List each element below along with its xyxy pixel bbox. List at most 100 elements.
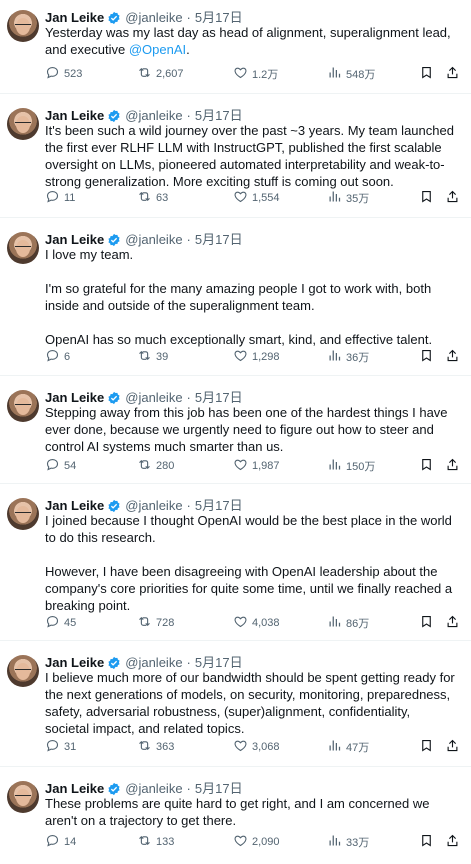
like-button[interactable]: 1,987 bbox=[233, 458, 280, 474]
tweet-paragraph: Yesterday was my last day as head of ali… bbox=[45, 24, 455, 58]
retweet-button[interactable]: 39 bbox=[137, 349, 168, 365]
verified-badge-icon bbox=[107, 499, 121, 513]
tweet-divider bbox=[0, 483, 471, 484]
views-button[interactable]: 150万 bbox=[327, 458, 375, 474]
heart-icon bbox=[233, 348, 252, 366]
bookmark-icon bbox=[419, 738, 434, 756]
view-count: 150万 bbox=[346, 461, 376, 473]
retweet-button[interactable]: 363 bbox=[137, 739, 174, 755]
share-button[interactable] bbox=[445, 190, 460, 206]
retweet-count: 280 bbox=[156, 460, 175, 472]
retweet-icon bbox=[137, 738, 156, 756]
view-count: 33万 bbox=[346, 837, 370, 849]
view-count: 36万 bbox=[346, 352, 370, 364]
like-button[interactable]: 3,068 bbox=[233, 739, 280, 755]
share-button[interactable] bbox=[445, 66, 460, 82]
share-icon bbox=[445, 738, 460, 756]
reply-button[interactable]: 523 bbox=[45, 66, 82, 82]
tweet-paragraph: Stepping away from this job has been one… bbox=[45, 404, 455, 455]
avatar[interactable] bbox=[7, 232, 39, 264]
view-count: 86万 bbox=[346, 618, 370, 630]
retweet-count: 39 bbox=[156, 351, 169, 363]
retweet-count: 363 bbox=[156, 741, 175, 753]
view-count: 35万 bbox=[346, 193, 370, 205]
bookmark-icon bbox=[419, 614, 434, 632]
verified-badge-icon bbox=[107, 233, 121, 247]
reply-button[interactable]: 45 bbox=[45, 615, 76, 631]
views-button[interactable]: 36万 bbox=[327, 349, 369, 365]
reply-button[interactable]: 54 bbox=[45, 458, 76, 474]
bookmark-icon bbox=[419, 65, 434, 83]
retweet-button[interactable]: 63 bbox=[137, 190, 168, 206]
bookmark-button[interactable] bbox=[419, 834, 434, 850]
views-button[interactable]: 548万 bbox=[327, 66, 375, 82]
mention-link[interactable]: @OpenAI bbox=[129, 42, 186, 57]
views-button[interactable]: 47万 bbox=[327, 739, 369, 755]
tweet-text: These problems are quite hard to get rig… bbox=[45, 796, 430, 828]
tweet-text-suffix: . bbox=[186, 42, 190, 57]
views-button[interactable]: 86万 bbox=[327, 615, 369, 631]
share-icon bbox=[445, 457, 460, 475]
avatar[interactable] bbox=[7, 781, 39, 813]
tweet-body: I love my team. I'm so grateful for the m… bbox=[45, 246, 455, 348]
verified-badge-icon bbox=[107, 782, 121, 796]
share-button[interactable] bbox=[445, 458, 460, 474]
views-button[interactable]: 35万 bbox=[327, 190, 369, 206]
tweet-text: OpenAI has so much exceptionally smart, … bbox=[45, 332, 433, 347]
retweet-button[interactable]: 280 bbox=[137, 458, 174, 474]
reply-icon bbox=[45, 65, 64, 83]
retweet-button[interactable]: 133 bbox=[137, 834, 174, 850]
avatar[interactable] bbox=[7, 108, 39, 140]
share-button[interactable] bbox=[445, 834, 460, 850]
retweet-icon bbox=[137, 833, 156, 851]
heart-icon bbox=[233, 457, 252, 475]
tweet-feed: Jan Leike @janleike · 5月17日 Yesterday wa… bbox=[0, 0, 471, 864]
reply-count: 6 bbox=[64, 351, 71, 363]
bookmark-button[interactable] bbox=[419, 190, 434, 206]
share-button[interactable] bbox=[445, 615, 460, 631]
share-icon bbox=[445, 65, 460, 83]
bookmark-button[interactable] bbox=[419, 349, 434, 365]
like-button[interactable]: 1.2万 bbox=[233, 66, 278, 82]
like-button[interactable]: 4,038 bbox=[233, 615, 280, 631]
bookmark-button[interactable] bbox=[419, 458, 434, 474]
bar-chart-icon bbox=[327, 833, 346, 851]
bar-chart-icon bbox=[327, 348, 346, 366]
tweet-text: It's been such a wild journey over the p… bbox=[45, 123, 454, 189]
reply-count: 14 bbox=[64, 836, 77, 848]
reply-icon bbox=[45, 348, 64, 366]
tweet-paragraph: I love my team. bbox=[45, 246, 455, 263]
tweet-divider bbox=[0, 375, 471, 376]
tweet-actions: 14 133 2,090 33万 bbox=[45, 834, 465, 850]
like-button[interactable]: 1,554 bbox=[233, 190, 280, 206]
avatar[interactable] bbox=[7, 390, 39, 422]
tweet-actions: 54 280 1,987 150万 bbox=[45, 458, 465, 474]
reply-button[interactable]: 6 bbox=[45, 349, 70, 365]
views-button[interactable]: 33万 bbox=[327, 834, 369, 850]
tweet-body: I believe much more of our bandwidth sho… bbox=[45, 669, 455, 737]
bookmark-icon bbox=[419, 348, 434, 366]
bookmark-button[interactable] bbox=[419, 739, 434, 755]
tweet-text: I'm so grateful for the many amazing peo… bbox=[45, 281, 432, 313]
bookmark-button[interactable] bbox=[419, 66, 434, 82]
avatar[interactable] bbox=[7, 655, 39, 687]
bar-chart-icon bbox=[327, 738, 346, 756]
reply-button[interactable]: 11 bbox=[45, 190, 75, 206]
tweet-paragraph: I joined because I thought OpenAI would … bbox=[45, 512, 455, 546]
like-button[interactable]: 2,090 bbox=[233, 834, 280, 850]
share-button[interactable] bbox=[445, 349, 460, 365]
retweet-button[interactable]: 728 bbox=[137, 615, 174, 631]
bookmark-button[interactable] bbox=[419, 615, 434, 631]
like-count: 4,038 bbox=[252, 617, 280, 629]
reply-count: 11 bbox=[64, 192, 76, 204]
reply-button[interactable]: 14 bbox=[45, 834, 76, 850]
bar-chart-icon bbox=[327, 189, 346, 207]
bar-chart-icon bbox=[327, 457, 346, 475]
tweet-body: It's been such a wild journey over the p… bbox=[45, 122, 455, 190]
retweet-button[interactable]: 2,607 bbox=[137, 66, 184, 82]
like-button[interactable]: 1,298 bbox=[233, 349, 280, 365]
reply-button[interactable]: 31 bbox=[45, 739, 76, 755]
avatar[interactable] bbox=[7, 10, 39, 42]
avatar[interactable] bbox=[7, 498, 39, 530]
share-button[interactable] bbox=[445, 739, 460, 755]
